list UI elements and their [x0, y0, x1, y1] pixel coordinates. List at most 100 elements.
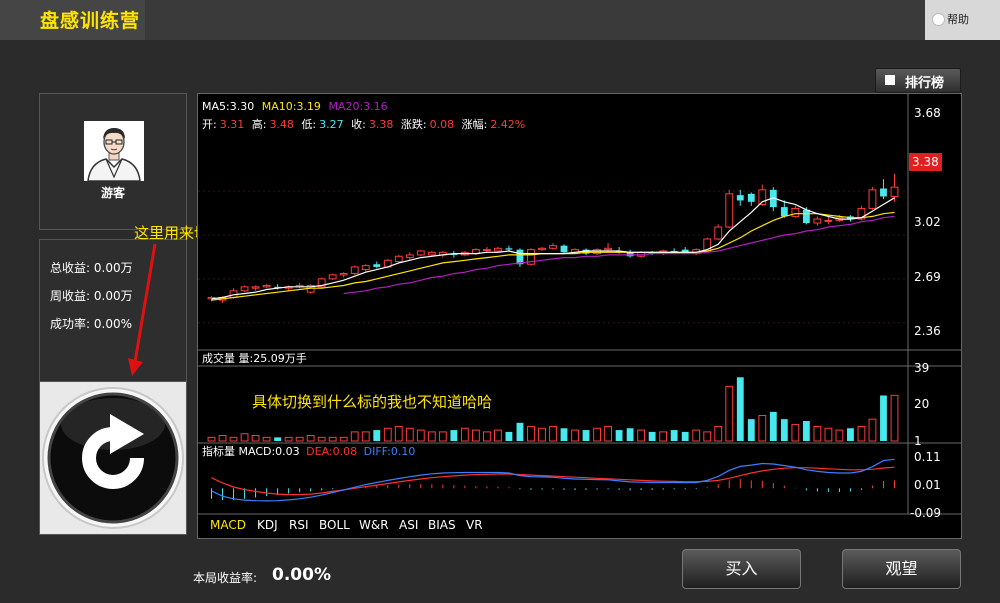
change-pct-value: 2.42% [490, 118, 525, 131]
quote-legend: 开: 3.31 高: 3.48 低: 3.27 收: 3.38 涨跌: 0.08 涨幅: 2… [202, 117, 525, 131]
ma20-line [343, 215, 895, 295]
volume-bar [571, 429, 579, 442]
volume-bar [670, 430, 678, 441]
watch-button[interactable]: 观望 [842, 549, 961, 589]
diff-line [211, 458, 895, 502]
help-dot-icon [932, 13, 945, 26]
candle-body [813, 218, 822, 224]
volume-bar [857, 425, 866, 442]
candle-body [251, 286, 260, 289]
user-panel: 游客 [39, 93, 187, 230]
volume-bar [791, 424, 800, 442]
round-return-label: 本局收益率: [193, 571, 258, 585]
volume-bar [328, 436, 337, 442]
volume-bar [394, 425, 403, 442]
switch-stock-button[interactable] [39, 381, 187, 535]
volume-bar [758, 415, 767, 442]
ma5-label: MA5:3.30 [202, 100, 254, 113]
low-value: 3.27 [319, 118, 344, 131]
help-button[interactable]: 帮助 [925, 0, 1000, 40]
volume-bar [659, 431, 668, 442]
dea-label: DEA:0.08 [306, 445, 357, 458]
volume-bar [471, 429, 480, 442]
volume-bar [251, 435, 260, 442]
kline-chart[interactable]: MA5:3.30 MA10:3.19 MA20:3.16 开: 3.31 高: 3.… [197, 93, 962, 539]
macd-layer [211, 458, 895, 502]
tab-kdj[interactable]: KDJ [257, 518, 278, 532]
volume-bar [317, 436, 326, 442]
volume-bar [527, 425, 535, 442]
diff-label: DIFF:0.10 [364, 445, 416, 458]
candle-body [593, 249, 601, 255]
candle-body [373, 264, 381, 267]
candle-body [328, 274, 337, 280]
candle-body [350, 266, 359, 275]
macd-header: 指标量 MACD:0.03 DEA:0.08 DIFF:0.10 [202, 444, 415, 458]
volume-bar [604, 425, 612, 442]
price-tick: 3.68 [914, 106, 941, 120]
volume-bar [361, 431, 370, 442]
volume-bar [405, 427, 414, 442]
volume-tick: 20 [914, 397, 929, 411]
candle-body [427, 251, 436, 256]
round-return-value: 0.00% [272, 565, 331, 585]
tab-rsi[interactable]: RSI [289, 518, 309, 532]
candle-body [791, 207, 800, 217]
candle-body [394, 255, 403, 263]
leaderboard-button[interactable]: 排行榜 [875, 68, 961, 93]
volume-bar [438, 431, 447, 442]
macd-tick: 0.01 [914, 478, 941, 492]
tab-asi[interactable]: ASI [399, 518, 418, 532]
volume-bar [725, 385, 734, 442]
volume-bar [262, 436, 271, 442]
volume-bar [615, 430, 623, 441]
candle-body [416, 250, 425, 256]
volume-bar [593, 427, 601, 442]
change-pct-label: 涨幅: [462, 118, 488, 131]
buy-button[interactable]: 买入 [682, 549, 801, 589]
volume-bar [780, 419, 788, 441]
volume-bar [813, 425, 822, 442]
volume-bar [824, 427, 833, 442]
volume-bar [549, 425, 557, 442]
tab-macd[interactable]: MACD [210, 518, 246, 532]
candle-body [494, 247, 502, 252]
open-value: 3.31 [220, 118, 245, 131]
candle-body [714, 226, 723, 240]
volume-tick: 39 [914, 361, 929, 375]
volume-bar [648, 431, 656, 441]
volume-bar [350, 431, 359, 442]
candle-body [560, 245, 568, 253]
candle-body [549, 245, 557, 249]
title-box: 盘感训练营 [0, 0, 145, 40]
volume-bar [416, 429, 425, 442]
volume-bar [538, 427, 546, 442]
volume-header: 成交量 量:25.09万手 [202, 351, 307, 365]
volume-bar [505, 431, 513, 441]
tab-wr[interactable]: W&R [359, 518, 389, 532]
price-tick: 2.69 [914, 270, 941, 284]
volume-bar [692, 429, 701, 442]
candle-body [538, 247, 546, 251]
volume-bar [868, 418, 877, 442]
close-label: 收: [351, 117, 366, 131]
tab-vr[interactable]: VR [466, 518, 483, 532]
tab-boll[interactable]: BOLL [319, 518, 350, 532]
volume-bar [450, 430, 458, 441]
candle-body [747, 193, 755, 202]
volume-bar [207, 436, 216, 442]
avatar[interactable] [84, 121, 144, 182]
volume-bar [494, 429, 502, 442]
kline-chart-svg: MA5:3.30 MA10:3.19 MA20:3.16 开: 3.31 高: 3.… [198, 94, 961, 532]
ma10-label: MA10:3.19 [262, 100, 321, 113]
volume-bar [516, 422, 524, 441]
macd-tick: 0.11 [914, 450, 941, 464]
candle-body [482, 249, 491, 252]
close-value: 3.38 [369, 118, 394, 131]
app-title: 盘感训练营 [40, 10, 141, 32]
volume-bar [482, 431, 491, 442]
tab-bias[interactable]: BIAS [428, 518, 456, 532]
stat-label: 成功率: [50, 317, 91, 331]
volume-bar [460, 427, 469, 442]
price-layer [198, 173, 908, 324]
